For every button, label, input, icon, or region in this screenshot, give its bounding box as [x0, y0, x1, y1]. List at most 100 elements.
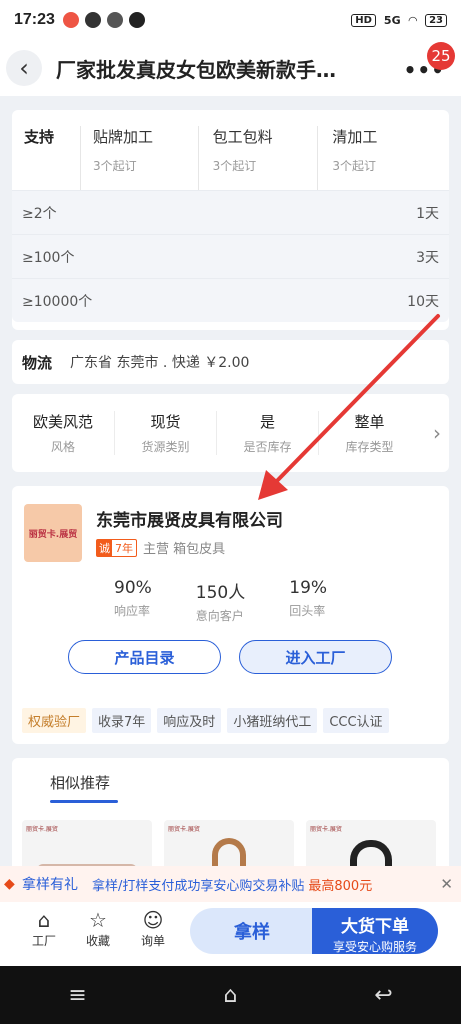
favorite-action[interactable]: ☆ 收藏	[76, 908, 120, 949]
wifi-icon: ◠	[408, 13, 418, 27]
factory-icon: ⌂	[37, 908, 51, 932]
attribute-item: 欧美风范 风格	[12, 411, 114, 455]
tier-quantity: ≥10000个	[22, 293, 93, 310]
inquiry-action[interactable]: ☺ 询单	[131, 908, 175, 949]
menu-icon[interactable]: ≡	[68, 983, 86, 1008]
stat-key: 回头率	[289, 604, 326, 618]
promo-banner[interactable]: ◆ 拿样有礼 拿样/打样支付成功享安心购交易补贴 最高800元 ✕	[0, 866, 461, 902]
promo-text: 拿样/打样支付成功享安心购交易补贴	[92, 878, 305, 894]
notification-icons	[62, 12, 145, 28]
attribute-item: 是 是否库存	[216, 411, 318, 455]
status-bar: 17:23 HD 5G ◠ 23	[0, 0, 461, 40]
back-button[interactable]: ‹	[6, 50, 42, 86]
tag-item[interactable]: CCC认证	[323, 708, 389, 733]
status-time: 17:23	[14, 11, 55, 28]
tag-item[interactable]: 权威验厂	[22, 708, 87, 733]
attribute-item: 现货 货源类别	[114, 411, 216, 455]
stat-value: 19%	[289, 578, 328, 598]
factory-label: 工厂	[31, 934, 56, 948]
tier-days: 10天	[407, 293, 439, 310]
attribute-value: 欧美风范	[32, 413, 93, 431]
promo-title: 拿样有礼	[22, 877, 78, 893]
bulk-order-button[interactable]: 大货下单 享受安心购服务	[312, 908, 438, 954]
app-notification-icon	[62, 12, 79, 28]
hd-icon: HD	[351, 13, 376, 27]
attribute-value: 现货	[150, 413, 181, 431]
tier-row: ≥100个 3天	[12, 234, 449, 278]
attribute-key: 货源类别	[141, 440, 190, 454]
promo-highlight: 最高800元	[308, 878, 373, 894]
service-name: 包工包料	[212, 128, 273, 146]
service-min-order: 3个起订	[332, 159, 376, 173]
enter-factory-button[interactable]: 进入工厂	[239, 640, 392, 674]
stat-key: 响应率	[114, 604, 151, 618]
bottom-action-bar: ⌂ 工厂 ☆ 收藏 ☺ 询单 拿样 大货下单 享受安心购服务	[0, 902, 461, 966]
tag-item[interactable]: 小猪班纳代工	[227, 708, 318, 733]
main-business: 主营 箱包皮具	[143, 542, 226, 557]
attribute-value: 是	[259, 413, 275, 431]
membership-badge: 诚 7年	[96, 538, 137, 557]
chevron-right-icon[interactable]: ›	[433, 421, 441, 445]
delivery-tiers: ≥2个 1天 ≥100个 3天 ≥10000个 10天	[12, 190, 449, 322]
bulk-order-label: 大货下单	[341, 917, 409, 937]
company-logo[interactable]: 丽贸卡.展贸	[24, 504, 82, 562]
sample-button[interactable]: 拿样	[190, 908, 314, 954]
similar-title[interactable]: 相似推荐	[50, 772, 110, 793]
service-item[interactable]: 包工包料 3个起订	[197, 126, 318, 190]
tier-row: ≥2个 1天	[12, 190, 449, 234]
tag-item[interactable]: 收录7年	[92, 708, 152, 733]
factory-action[interactable]: ⌂ 工厂	[22, 908, 66, 949]
tier-quantity: ≥100个	[22, 249, 75, 266]
tier-row: ≥10000个 10天	[12, 278, 449, 322]
tag-item[interactable]: 响应及时	[157, 708, 222, 733]
home-icon[interactable]: ⌂	[224, 983, 238, 1008]
bulk-order-sublabel: 享受安心购服务	[332, 940, 417, 954]
thumbnail-watermark: 丽贸卡.展贸	[26, 826, 58, 833]
thumbnail-watermark: 丽贸卡.展贸	[310, 826, 342, 833]
star-icon: ☆	[89, 908, 107, 932]
system-nav-bar: ≡ ⌂ ↩	[0, 966, 461, 1024]
cert-years: 7年	[115, 541, 133, 555]
stat-value: 150人	[195, 583, 246, 603]
attribute-value: 整单	[354, 413, 385, 431]
service-name: 清加工	[332, 128, 378, 146]
message-count-badge[interactable]: 25	[427, 42, 455, 70]
attribute-item: 整单 库存类型	[318, 411, 420, 455]
thumbnail-watermark: 丽贸卡.展贸	[168, 826, 200, 833]
service-item[interactable]: 贴牌加工 3个起订	[80, 126, 198, 190]
gift-icon: ◆	[4, 876, 15, 892]
stat-item: 90% 响应率	[114, 578, 152, 624]
product-catalog-button[interactable]: 产品目录	[68, 640, 221, 674]
company-stats: 90% 响应率 150人 意向客户 19% 回头率	[12, 578, 449, 624]
inquiry-label: 询单	[140, 934, 165, 948]
stat-item: 19% 回头率	[289, 578, 327, 624]
logistics-label: 物流	[22, 353, 53, 372]
attribute-key: 是否库存	[243, 440, 292, 454]
app-notification-icon	[84, 12, 101, 28]
chevron-left-icon: ‹	[19, 54, 29, 82]
tier-days: 1天	[416, 205, 439, 222]
attributes-card[interactable]: 欧美风范 风格 现货 货源类别 是 是否库存 整单 库存类型 ›	[12, 394, 449, 472]
stat-value: 90%	[114, 578, 152, 598]
chat-icon: ☺	[142, 908, 164, 932]
signal-icon: 5G	[383, 13, 401, 27]
close-icon[interactable]: ✕	[440, 875, 453, 893]
service-min-order: 3个起订	[212, 159, 257, 173]
company-name[interactable]: 东莞市展贤皮具有限公司	[96, 506, 283, 531]
stat-item: 150人 意向客户	[196, 578, 245, 624]
service-name: 贴牌加工	[93, 128, 154, 146]
attribute-key: 库存类型	[345, 440, 394, 454]
app-notification-icon	[106, 12, 123, 28]
attribute-key: 风格	[50, 440, 75, 454]
app-notification-icon	[128, 12, 145, 28]
back-icon[interactable]: ↩	[374, 983, 392, 1008]
company-tags: 权威验厂 收录7年 响应及时 小猪班纳代工 CCC认证	[22, 708, 389, 733]
tab-underline	[50, 800, 118, 803]
logistics-card[interactable]: 物流 广东省 东莞市 . 快递 ￥2.00	[12, 340, 449, 384]
service-item[interactable]: 清加工 3个起订	[317, 126, 437, 190]
service-min-order: 3个起订	[93, 159, 137, 173]
logistics-value: 广东省 东莞市 . 快递 ￥2.00	[70, 355, 250, 371]
tier-quantity: ≥2个	[22, 205, 57, 222]
support-card: 支持 贴牌加工 3个起订 包工包料 3个起订 清加工 3个起订 ≥2个 1天 ≥…	[12, 110, 449, 330]
support-label: 支持	[24, 128, 55, 146]
